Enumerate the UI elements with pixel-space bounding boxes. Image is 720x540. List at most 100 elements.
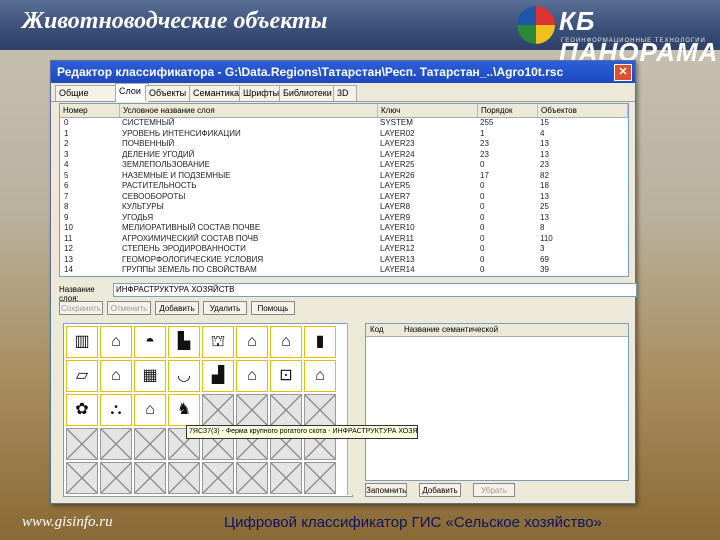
table-cell: 9 <box>64 212 69 222</box>
tab-bar: Общие данные Слои Объекты Семантика Шриф… <box>51 83 635 113</box>
table-cell: 11 <box>64 233 73 243</box>
empty-icon-slot[interactable] <box>202 462 234 494</box>
tab-semantics[interactable]: Семантика <box>189 85 243 101</box>
empty-icon-slot[interactable] <box>134 462 166 494</box>
window-titlebar: Редактор классификатора - G:\Data.Region… <box>51 61 635 83</box>
building-icon[interactable]: ▥ <box>66 326 98 358</box>
object-glyph: ▱ <box>75 367 89 384</box>
empty-icon-slot[interactable] <box>304 394 336 426</box>
empty-icon-slot[interactable] <box>66 462 98 494</box>
col-key[interactable]: Ключ <box>378 104 478 117</box>
table-cell: LAYER26 <box>380 170 415 180</box>
table-row[interactable]: 10 МЕЛИОРАТИВНЫЙ СОСТАВ ПОЧВЕ LAYER10 0 8 <box>60 223 628 234</box>
cow-barn-icon[interactable]: ⛫ <box>202 326 234 358</box>
table-cell: УГОДЬЯ <box>122 212 154 222</box>
table-cell: LAYER8 <box>380 202 411 211</box>
plant-icon[interactable]: ▟ <box>202 360 234 392</box>
table-cell: КУЛЬТУРЫ <box>122 202 164 211</box>
table-cell: ПОЧВЕННЫЙ <box>122 139 175 148</box>
tab-objects[interactable]: Объекты <box>145 85 193 101</box>
col-objects[interactable]: Объектов <box>538 104 628 117</box>
factory-icon[interactable]: ▙ <box>168 326 200 358</box>
table-row[interactable]: 14 ГРУППЫ ЗЕМЕЛЬ ПО СВОЙСТВАМ LAYER14 0 39 <box>60 265 628 276</box>
empty-icon-slot[interactable] <box>100 462 132 494</box>
empty-icon-slot[interactable] <box>168 462 200 494</box>
cancel-button[interactable]: Отменить <box>107 301 151 315</box>
empty-icon-slot[interactable] <box>66 428 98 460</box>
yard-icon[interactable]: ⛬ <box>100 394 132 426</box>
icon-grid-scrollbar[interactable] <box>347 323 358 495</box>
shed-icon[interactable]: ⌂ <box>304 360 336 392</box>
empty-icon-slot[interactable] <box>202 394 234 426</box>
table-row[interactable]: 2 ПОЧВЕННЫЙ LAYER23 23 13 <box>60 139 628 150</box>
table-cell: ГРУППЫ ЗЕМЕЛЬ ПО СВОЙСТВАМ <box>122 265 257 274</box>
remove-semantic-button[interactable]: Убрать <box>473 483 515 497</box>
table-row[interactable]: 3 ДЕЛЕНИЕ УГОДИЙ LAYER24 23 13 <box>60 150 628 161</box>
table-row[interactable]: 13 ГЕОМОРФОЛОГИЧЕСКИЕ УСЛОВИЯ LAYER13 0 69 <box>60 255 628 266</box>
tab-fonts[interactable]: Шрифты <box>239 85 283 101</box>
empty-icon-slot[interactable] <box>236 462 268 494</box>
add-button[interactable]: Добавить <box>155 301 199 315</box>
platform-icon[interactable]: ▱ <box>66 360 98 392</box>
col-number[interactable]: Номер <box>60 104 120 117</box>
farm-icon[interactable]: ⌂ <box>236 360 268 392</box>
close-button[interactable]: ✕ <box>614 64 632 81</box>
tab-libraries[interactable]: Библиотеки <box>279 85 337 101</box>
save-button[interactable]: Сохранить <box>59 301 103 315</box>
greenhouse-icon[interactable]: ⌂ <box>236 326 268 358</box>
table-row[interactable]: 12 СТЕПЕНЬ ЭРОДИРОВАННОСТИ LAYER12 0 3 <box>60 244 628 255</box>
table-row[interactable]: 9 УГОДЬЯ LAYER9 0 13 <box>60 213 628 224</box>
tower-icon[interactable]: ▮ <box>304 326 336 358</box>
table-row[interactable]: 0 СИСТЕМНЫЙ SYSTEM 255 15 <box>60 118 628 129</box>
table-cell: СИСТЕМНЫЙ <box>122 118 175 127</box>
garage-icon[interactable]: ⊡ <box>270 360 302 392</box>
object-glyph: ✿ <box>75 401 89 418</box>
table-cell: 6 <box>64 181 69 190</box>
cattle-icon[interactable]: ♞ <box>168 394 200 426</box>
delete-button[interactable]: Удалить <box>203 301 247 315</box>
table-row[interactable]: 6 РАСТИТЕЛЬНОСТЬ LAYER5 0 18 <box>60 181 628 192</box>
col-order[interactable]: Порядок <box>478 104 538 117</box>
table-row[interactable]: 8 КУЛЬТУРЫ LAYER8 0 25 <box>60 202 628 213</box>
help-button[interactable]: Помощь <box>251 301 295 315</box>
table-row[interactable]: 4 ЗЕМЛЕПОЛЬЗОВАНИЕ LAYER25 0 23 <box>60 160 628 171</box>
warehouse-icon[interactable]: ⌂ <box>270 326 302 358</box>
empty-icon-slot[interactable] <box>100 428 132 460</box>
col-name[interactable]: Условное название слоя <box>120 104 378 117</box>
layers-table: Номер Условное название слоя Ключ Порядо… <box>59 103 629 277</box>
crop-icon[interactable]: ✿ <box>66 394 98 426</box>
empty-icon-slot[interactable] <box>270 462 302 494</box>
table-cell: 4 <box>64 160 69 169</box>
table-row[interactable]: 1 УРОВЕНЬ ИНТЕНСИФИКАЦИИ LAYER02 1 4 <box>60 129 628 140</box>
basin-icon[interactable]: ◡ <box>168 360 200 392</box>
table-cell: 0 <box>480 160 485 169</box>
table-row[interactable]: 5 НАЗЕМНЫЕ И ПОДЗЕМНЫЕ LAYER26 17 82 <box>60 171 628 182</box>
hangar-icon[interactable]: ⌂ <box>100 326 132 358</box>
store-icon[interactable]: ⌂ <box>134 394 166 426</box>
col-semantic-name[interactable]: Название семантической <box>404 324 498 336</box>
col-code[interactable]: Код <box>370 324 384 336</box>
empty-icon-slot[interactable] <box>304 462 336 494</box>
layer-name-input[interactable]: ИНФРАСТРУКТУРА ХОЗЯЙСТВ <box>113 283 637 297</box>
table-cell: 13 <box>540 149 549 159</box>
table-cell: ЗЕМЛЕПОЛЬЗОВАНИЕ <box>122 160 210 169</box>
table-cell: 13 <box>64 254 73 264</box>
tab-3d[interactable]: 3D <box>333 85 357 101</box>
empty-icon-slot[interactable] <box>134 428 166 460</box>
empty-icon-slot[interactable] <box>236 394 268 426</box>
table-row[interactable]: 7 СЕВООБОРОТЫ LAYER7 0 13 <box>60 192 628 203</box>
barrack-icon[interactable]: ▦ <box>134 360 166 392</box>
silo-icon[interactable]: ◓ <box>134 326 166 358</box>
table-cell: 13 <box>540 212 549 222</box>
table-row[interactable]: 15ИНФРАСТРУКТУРА ХОЗЯЙСТВ LAYER15 0 21 <box>60 275 628 276</box>
empty-icon-slot[interactable] <box>270 394 302 426</box>
house-icon[interactable]: ⌂ <box>100 360 132 392</box>
table-cell: СТЕПЕНЬ ЭРОДИРОВАННОСТИ <box>122 244 246 253</box>
tab-layers[interactable]: Слои <box>115 83 149 102</box>
tab-general[interactable]: Общие данные <box>55 85 119 113</box>
remember-button[interactable]: Запомнить <box>365 483 407 497</box>
table-cell: 8 <box>64 202 69 211</box>
add-semantic-button[interactable]: Добавить <box>419 483 461 497</box>
table-row[interactable]: 11 АГРОХИМИЧЕСКИЙ СОСТАВ ПОЧВ LAYER11 0 110 <box>60 234 628 245</box>
table-cell: АГРОХИМИЧЕСКИЙ СОСТАВ ПОЧВ <box>122 233 259 243</box>
